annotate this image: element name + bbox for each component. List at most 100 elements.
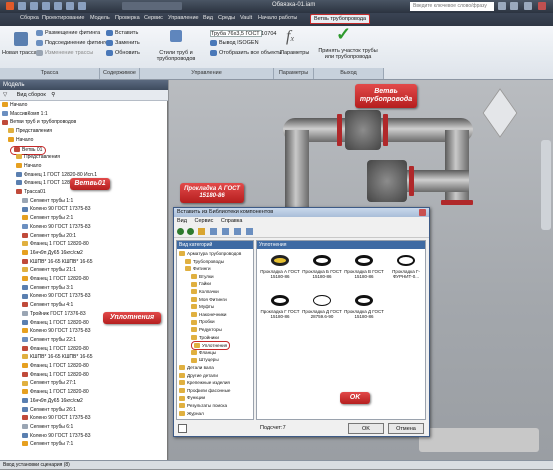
tree-item[interactable]: Сегмент трубы 1:1 bbox=[22, 198, 73, 205]
tree-item[interactable]: Сегмент трубы 21:1 bbox=[22, 267, 76, 274]
back-icon[interactable] bbox=[177, 228, 184, 235]
tree-item[interactable]: Сегмент трубы 26:1 bbox=[22, 407, 76, 414]
cancel-button[interactable]: Отмена bbox=[388, 423, 424, 434]
filter-icon[interactable] bbox=[222, 228, 229, 235]
binoculars-icon[interactable] bbox=[498, 2, 506, 10]
category-item[interactable]: Штуцеры bbox=[191, 356, 219, 363]
tree-item[interactable]: Сегмент трубы 7:1 bbox=[22, 441, 73, 448]
update-button[interactable]: Обновить bbox=[115, 50, 140, 56]
place-fitting-button[interactable]: Размещение фитинга bbox=[45, 30, 100, 36]
tree-item[interactable]: Фланец 1 ГОСТ 12820-80 bbox=[22, 363, 89, 370]
gasket-g-icon[interactable] bbox=[271, 295, 289, 306]
search-icon[interactable] bbox=[234, 228, 241, 235]
minimize-icon[interactable] bbox=[524, 2, 532, 10]
tree-item[interactable]: Сегмент трубы 4:1 bbox=[22, 302, 73, 309]
category-item[interactable]: Фитинги bbox=[185, 265, 211, 272]
color-dropdown[interactable] bbox=[122, 2, 182, 10]
tree-item[interactable]: Представления bbox=[16, 154, 60, 161]
tree-item[interactable]: МассивКомп 1:1 bbox=[2, 111, 48, 118]
help-icon[interactable] bbox=[178, 424, 187, 433]
help-icon[interactable] bbox=[510, 2, 518, 10]
category-item[interactable]: Колпачки bbox=[191, 288, 219, 295]
tab-view[interactable]: Вид bbox=[203, 15, 213, 21]
tab-assembly[interactable]: Сборка bbox=[20, 15, 39, 21]
forward-icon[interactable] bbox=[187, 228, 194, 235]
ok-button[interactable]: OK bbox=[348, 423, 384, 434]
new-icon[interactable] bbox=[18, 2, 26, 10]
tree-item[interactable]: 16нч9п Ду65 16кгс/cм2 bbox=[22, 250, 83, 257]
tree-item[interactable]: Фланец 1 ГОСТ 12820-80 bbox=[22, 346, 89, 353]
category-item[interactable]: Тройники bbox=[191, 334, 219, 341]
tree-item[interactable]: Колено 90 ГОСТ 17375-83 bbox=[22, 293, 91, 300]
isogen-button[interactable]: Вывод ISOGEN bbox=[219, 40, 259, 46]
menu-help[interactable]: Справка bbox=[221, 218, 243, 224]
category-item[interactable]: Муфты bbox=[191, 303, 214, 310]
category-item[interactable]: Результаты поиска bbox=[179, 402, 227, 409]
tree-item[interactable]: Начало bbox=[16, 163, 41, 170]
filter-icon[interactable]: ▽ bbox=[3, 92, 7, 98]
up-icon[interactable] bbox=[198, 228, 205, 235]
category-item[interactable]: Профили фасонные bbox=[179, 387, 230, 394]
view-mode-icon[interactable] bbox=[246, 228, 253, 235]
gasket-d-icon[interactable] bbox=[355, 295, 373, 306]
item-gasket-d[interactable]: Прокладка Д ГОСТ 15180-86 bbox=[343, 309, 385, 319]
tab-design[interactable]: Проектирование bbox=[42, 15, 84, 21]
tree-item[interactable]: Колено 90 ГОСТ 17375-83 bbox=[22, 224, 91, 231]
gasket-g-furnit-icon[interactable] bbox=[397, 255, 415, 266]
undo-icon[interactable] bbox=[54, 2, 62, 10]
item-gasket-d-28759[interactable]: Прокладка Д ГОСТ 28759.6-90 bbox=[301, 309, 343, 319]
category-item[interactable]: Фланцы bbox=[191, 349, 216, 356]
open-icon[interactable] bbox=[30, 2, 38, 10]
category-item[interactable]: Наконечники bbox=[191, 311, 227, 318]
tree-item[interactable]: Ветвь 01 bbox=[10, 145, 47, 155]
gasket-b-icon[interactable] bbox=[313, 255, 331, 266]
accept-button[interactable]: Принять участок трубы или трубопровода bbox=[318, 48, 378, 60]
item-gasket-b[interactable]: Прокладка Б ГОСТ 15180-86 bbox=[301, 269, 343, 279]
tree-item[interactable]: Колено 90 ГОСТ 17375-83 bbox=[22, 206, 91, 213]
connect-fittings-button[interactable]: Подсоединение фитингов bbox=[45, 40, 111, 46]
dialog-close-icon[interactable] bbox=[419, 209, 426, 216]
tree-item[interactable]: Фланец 1 ГОСТ 12820-80 bbox=[22, 276, 89, 283]
find-icon[interactable]: ⚲ bbox=[51, 92, 55, 98]
category-item[interactable]: Редукторы bbox=[191, 326, 222, 333]
edit-route-button[interactable]: Изменение трассы bbox=[45, 50, 93, 56]
tree-item[interactable]: Тройник ГОСТ 17376-83 bbox=[22, 311, 86, 318]
category-item[interactable]: Гайки bbox=[191, 280, 211, 287]
pipe-styles-button[interactable]: Стили труб и трубопроводов bbox=[148, 50, 204, 62]
category-item[interactable]: Журнал bbox=[179, 410, 204, 417]
category-item[interactable]: Другие детали bbox=[179, 372, 218, 379]
tree-item[interactable]: Ветви труб и трубопроводов bbox=[2, 119, 76, 126]
tab-inspect[interactable]: Проверка bbox=[115, 15, 140, 21]
pipe-style-select[interactable]: Труба 76x3,5 ГОСТ 10704 bbox=[210, 30, 276, 37]
tab-getting-started[interactable]: Начало работы bbox=[258, 15, 297, 21]
tree-item[interactable]: Колено 90 ГОСТ 17375-83 bbox=[22, 328, 91, 335]
tab-pipe-run[interactable]: Ветвь трубопровода bbox=[310, 14, 371, 24]
tree-item[interactable]: Колено 90 ГОСТ 17375-83 bbox=[22, 433, 91, 440]
category-item[interactable]: Арматура трубопроводов bbox=[179, 250, 241, 257]
tree-item[interactable]: Начало bbox=[2, 102, 27, 109]
category-item[interactable]: Моя Фитинги bbox=[191, 296, 227, 303]
tree-item[interactable]: Фланец 1 ГОСТ 12820-80 bbox=[22, 241, 89, 248]
tab-model[interactable]: Модель bbox=[90, 15, 110, 21]
tree-item[interactable]: Фланец 1 ГОСТ 12820-80 bbox=[22, 320, 89, 327]
tab-environments[interactable]: Среды bbox=[218, 15, 235, 21]
tree-item[interactable]: Представления bbox=[8, 128, 52, 135]
new-route-button[interactable]: Новая трасса bbox=[2, 50, 37, 56]
tab-vault[interactable]: Vault bbox=[240, 15, 252, 21]
tree-item[interactable]: Фланец 1 ГОСТ 12820-80 bbox=[22, 372, 89, 379]
tree-item[interactable]: Сегмент трубы 22:1 bbox=[22, 337, 76, 344]
tree-item[interactable]: Фланец 1 ГОСТ 12820-80 bbox=[22, 389, 89, 396]
category-item[interactable]: Детали вала bbox=[179, 364, 214, 371]
category-item[interactable]: Функции bbox=[179, 394, 205, 401]
select-icon[interactable] bbox=[78, 2, 86, 10]
tree-item[interactable]: Сегмент трубы 3:1 bbox=[22, 285, 73, 292]
viewcube[interactable] bbox=[482, 88, 518, 138]
item-gasket-g[interactable]: Прокладка Г ГОСТ 15180-86 bbox=[259, 309, 301, 319]
tree-item[interactable]: КШПВ* 16-65 КШПВ* 16-65 bbox=[22, 354, 92, 361]
tree-view-icon[interactable] bbox=[210, 228, 217, 235]
tab-manage[interactable]: Управление bbox=[168, 15, 199, 21]
gasket-d-28759-icon[interactable] bbox=[313, 295, 331, 306]
menu-tools[interactable]: Сервис bbox=[194, 218, 213, 224]
tree-item[interactable]: 16нч9п Ду65 16кгс/cм2 bbox=[22, 398, 83, 405]
tree-item[interactable]: Колено 90 ГОСТ 17375-83 bbox=[22, 415, 91, 422]
